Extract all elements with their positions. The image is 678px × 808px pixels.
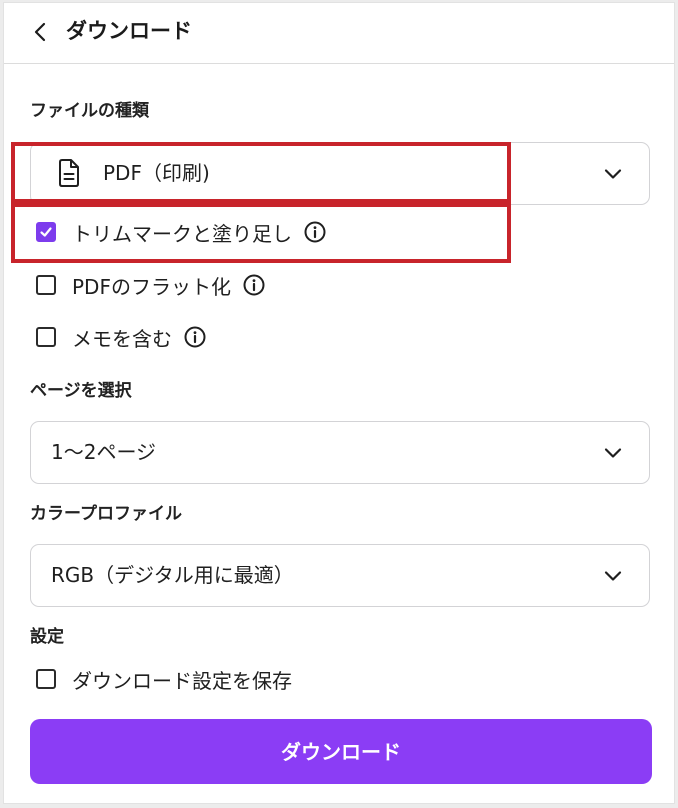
- option-trim-marks[interactable]: トリムマークと塗り足し: [36, 217, 326, 247]
- file-type-value: PDF（印刷): [103, 161, 210, 185]
- option-flatten-pdf[interactable]: PDFのフラット化: [36, 270, 265, 300]
- chevron-down-icon: [604, 448, 622, 458]
- info-icon[interactable]: [304, 221, 326, 243]
- checkmark-icon: [40, 227, 52, 237]
- flatten-pdf-label: PDFのフラット化: [72, 274, 231, 299]
- download-panel: ダウンロード ファイルの種類 PDF（印刷) トリムマークと塗り足し PDFのフ…: [3, 2, 675, 804]
- flatten-pdf-checkbox[interactable]: [36, 275, 56, 295]
- document-icon: [59, 159, 79, 187]
- pages-select[interactable]: 1〜2ページ: [30, 421, 650, 484]
- pages-label: ページを選択: [30, 381, 132, 401]
- back-button[interactable]: [29, 20, 53, 44]
- option-include-notes[interactable]: メモを含む: [36, 322, 206, 352]
- save-settings-label: ダウンロード設定を保存: [72, 668, 292, 693]
- page-title: ダウンロード: [66, 19, 192, 43]
- download-button[interactable]: ダウンロード: [30, 719, 652, 784]
- include-notes-checkbox[interactable]: [36, 327, 56, 347]
- include-notes-label: メモを含む: [72, 326, 172, 351]
- chevron-down-icon: [604, 571, 622, 581]
- settings-label: 設定: [30, 627, 64, 647]
- save-settings-checkbox[interactable]: [36, 669, 56, 689]
- chevron-down-icon: [604, 169, 622, 179]
- chevron-left-icon: [34, 22, 46, 42]
- info-icon[interactable]: [184, 326, 206, 348]
- file-type-select[interactable]: PDF（印刷): [30, 142, 650, 205]
- info-icon[interactable]: [243, 274, 265, 296]
- pages-value: 1〜2ページ: [51, 440, 157, 464]
- color-profile-label: カラープロファイル: [30, 504, 182, 524]
- trim-marks-label: トリムマークと塗り足し: [72, 221, 292, 246]
- color-profile-select[interactable]: RGB（デジタル用に最適）: [30, 544, 650, 607]
- file-type-label: ファイルの種類: [30, 101, 149, 121]
- option-save-settings[interactable]: ダウンロード設定を保存: [36, 664, 292, 694]
- trim-marks-checkbox[interactable]: [36, 222, 56, 242]
- panel-header: ダウンロード: [4, 3, 674, 64]
- color-profile-value: RGB（デジタル用に最適）: [51, 563, 294, 587]
